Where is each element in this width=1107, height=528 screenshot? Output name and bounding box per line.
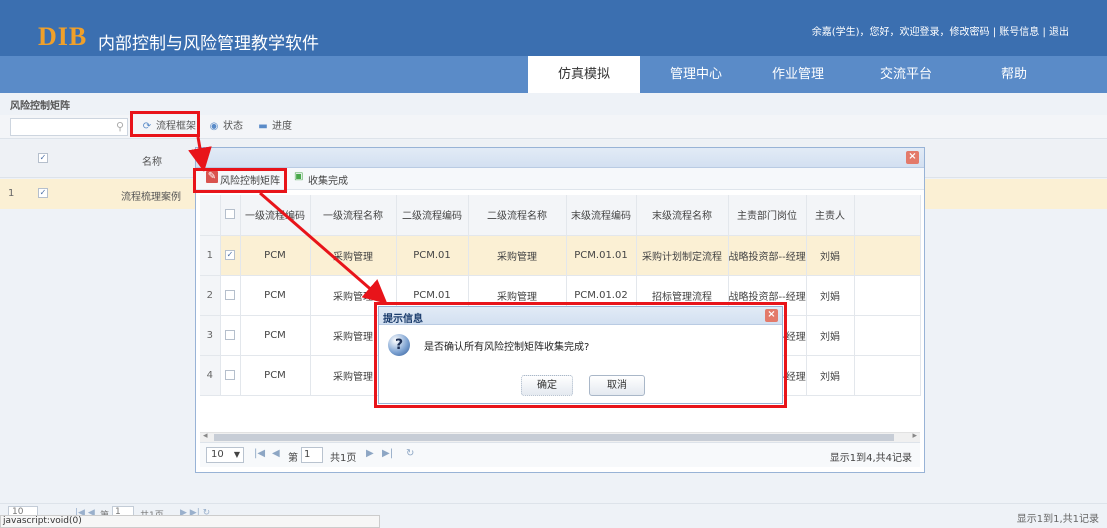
arrow-to-risk-matrix	[188, 136, 212, 172]
annotation-arrows	[188, 136, 388, 304]
arrow-to-confirm	[259, 191, 388, 304]
